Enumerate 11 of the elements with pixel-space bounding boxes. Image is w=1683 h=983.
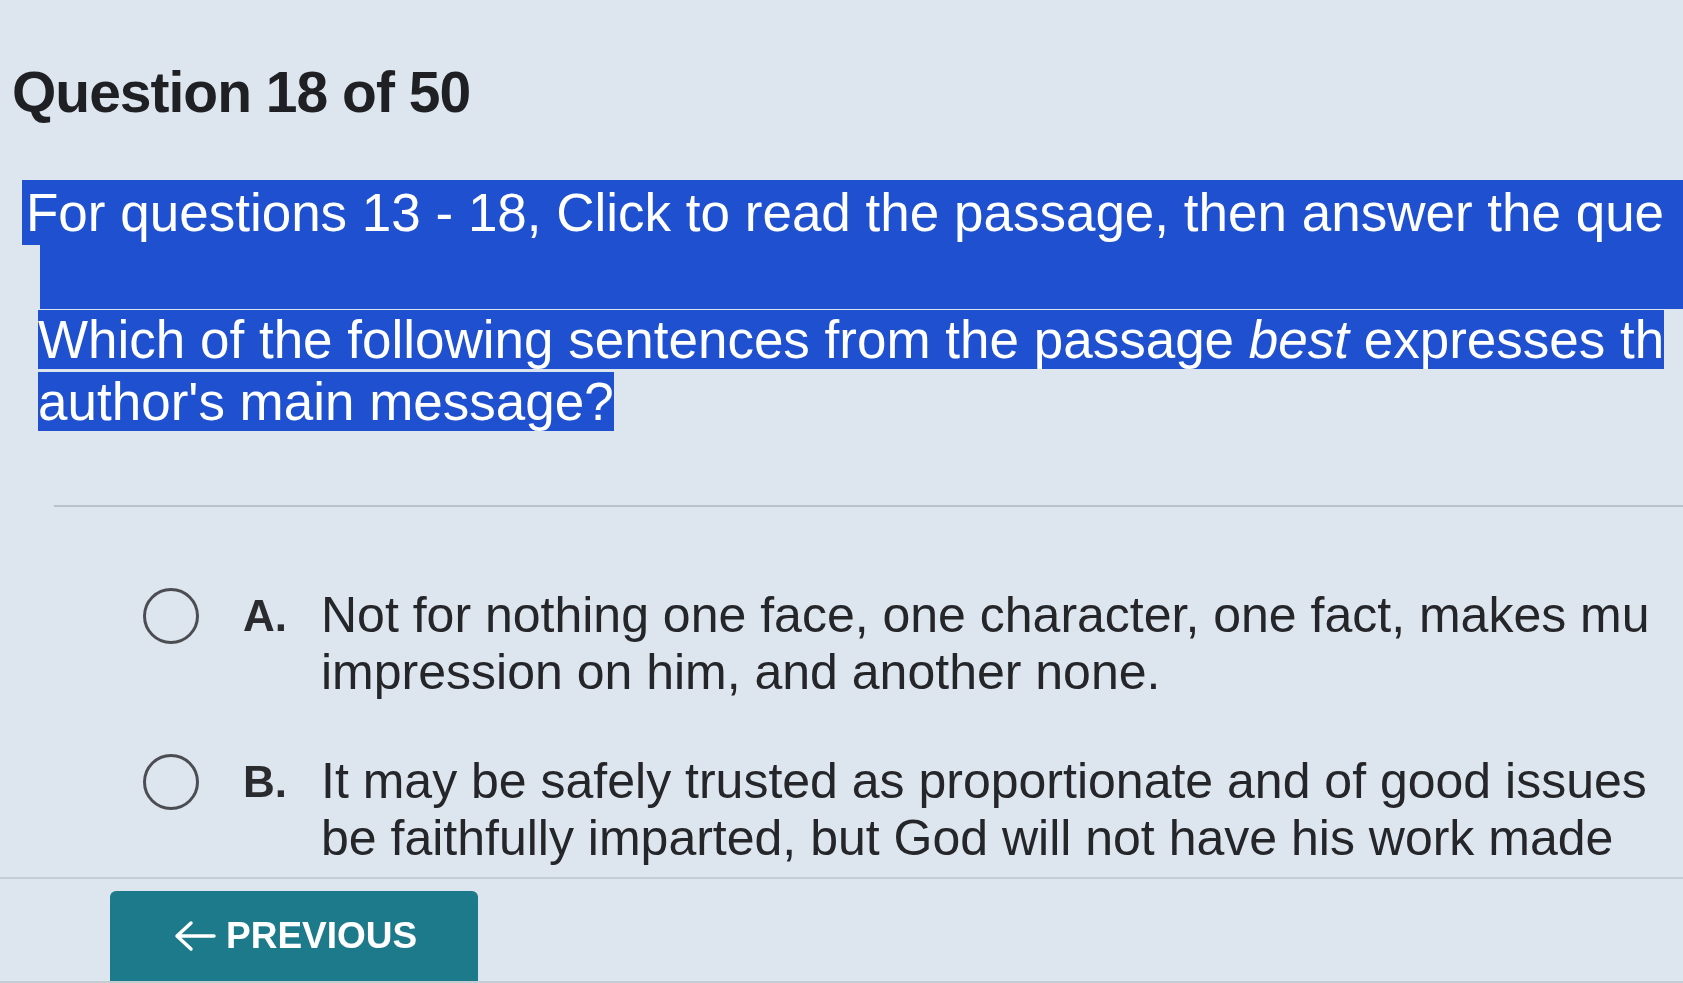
question-title: Question 18 of 50 [12,59,471,126]
answer-letter: A. [243,590,288,642]
question-prompt: Which of the following sentences from the passage best expresses th author's main message? [38,309,1665,433]
radio-button[interactable] [143,588,199,644]
left-arrow-icon [174,920,216,952]
answer-letter: B. [243,756,288,808]
radio-button[interactable] [143,754,199,810]
previous-button[interactable]: PREVIOUS [110,891,478,981]
answer-text: It may be safely trusted as proportionate and of good issues be faithfully imparted, but God will not have his work made [321,753,1647,867]
answer-text: Not for nothing one face, one character, one fact, makes mu impression on him, and another none. [321,587,1650,701]
instruction-text: For questions 13 - 18, Click to read the passage, then answer the que [22,180,1683,245]
